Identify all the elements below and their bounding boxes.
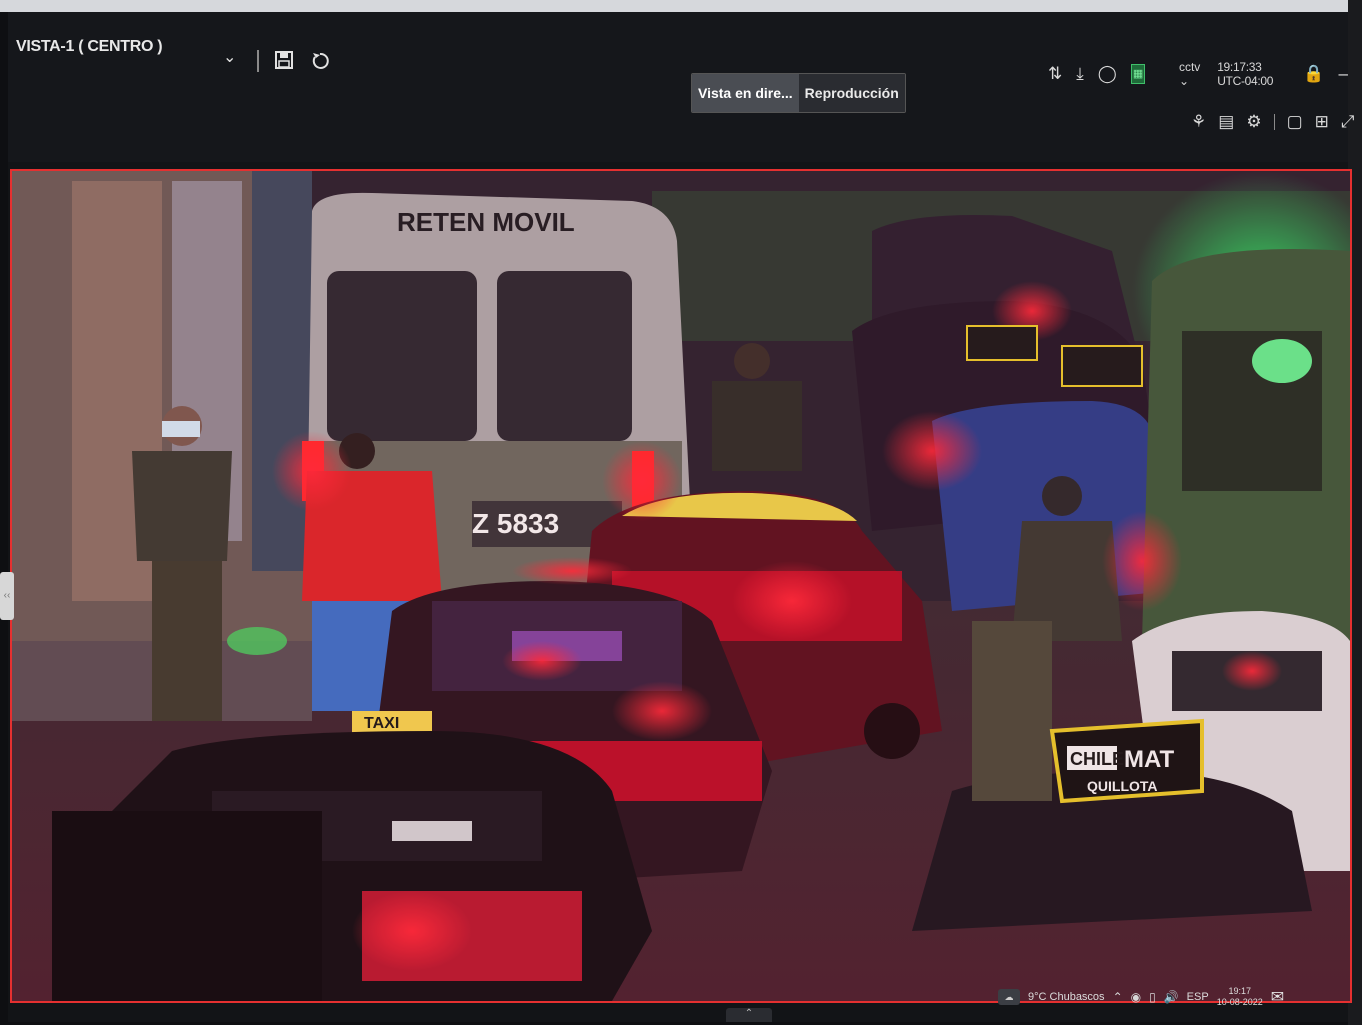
toolbar-right-secondary: ⚘ ▤ ⚙ ▢ ⊞ ⤢ <box>1191 112 1354 132</box>
toolbar-right: ⇅ ⤓ ◯ ▦ cctv ⌄ 19:17:33 UTC-04:00 🔒 – <box>1048 60 1348 88</box>
language-indicator[interactable]: ESP <box>1187 991 1209 1003</box>
top-toolbar: VISTA-1 ( CENTRO ) ⌄ Vista en dire... Re… <box>8 12 1354 162</box>
camera-feed[interactable]: RETEN MOVIL Z 5833 TAXI CHILE MAT QUILLO… <box>10 169 1352 1003</box>
network-icon[interactable]: ◉ <box>1131 990 1141 1004</box>
lock-icon[interactable]: 🔒 <box>1303 64 1324 84</box>
minimize-icon[interactable]: – <box>1339 64 1348 84</box>
save-icon[interactable] <box>274 50 294 74</box>
toolbar-clock: 19:17:33 UTC-04:00 <box>1217 60 1274 88</box>
weather-text[interactable]: 9°C Chubascos <box>1028 991 1105 1003</box>
toolbar-divider <box>257 50 259 72</box>
view-mode-switch: Vista en dire... Reproducción <box>691 73 906 113</box>
vms-application: VISTA-1 ( CENTRO ) ⌄ Vista en dire... Re… <box>0 12 1354 1022</box>
transfer-icon[interactable]: ⇅ <box>1048 64 1062 84</box>
weather-icon[interactable]: ☁ <box>998 989 1020 1005</box>
fullscreen-window-icon[interactable]: ▢ <box>1287 112 1303 132</box>
expand-icon[interactable]: ⤢ <box>1341 112 1355 132</box>
performance-icon[interactable]: ▦ <box>1130 64 1146 84</box>
download-icon[interactable]: ⤓ <box>1076 64 1084 84</box>
collapse-panel-handle[interactable]: ‹‹ <box>0 572 14 620</box>
settings-icon[interactable]: ⚙ <box>1246 112 1261 132</box>
monitor-bezel-top <box>0 0 1362 12</box>
user-label: cctv <box>1178 60 1201 74</box>
event-list-icon[interactable]: ▤ <box>1218 112 1234 132</box>
battery-icon[interactable]: ▯ <box>1149 990 1156 1004</box>
layout-grid-icon[interactable]: ⊞ <box>1315 112 1329 132</box>
monitor: VISTA-1 ( CENTRO ) ⌄ Vista en dire... Re… <box>0 0 1362 1025</box>
volume-icon[interactable]: 🔊 <box>1164 990 1179 1004</box>
tab-live-view[interactable]: Vista en dire... <box>692 74 799 112</box>
os-taskbar-tray: ☁ 9°C Chubascos ⌃ ◉ ▯ 🔊 ESP 19:17 10-08-… <box>998 972 1338 1022</box>
tray-expand-icon[interactable]: ⌃ <box>1113 990 1123 1004</box>
camera-scene: RETEN MOVIL Z 5833 TAXI CHILE MAT QUILLO… <box>12 171 1350 1001</box>
taskbar-clock[interactable]: 19:17 10-08-2022 <box>1217 986 1263 1008</box>
toolbar-divider <box>1273 114 1275 130</box>
chevron-down-icon[interactable]: ⌄ <box>223 48 236 68</box>
alarm-icon[interactable]: ◯ <box>1098 64 1117 84</box>
taskbar-time: 19:17 <box>1228 986 1251 996</box>
ptz-icon[interactable]: ⚘ <box>1191 112 1206 132</box>
taskbar-date: 10-08-2022 <box>1216 997 1263 1007</box>
refresh-icon[interactable] <box>310 51 330 75</box>
bottom-panel-toggle[interactable]: ⌃ <box>726 1008 772 1022</box>
user-menu[interactable]: cctv ⌄ <box>1179 60 1203 88</box>
view-title: VISTA-1 ( CENTRO ) <box>16 38 163 55</box>
notification-icon[interactable]: ✉ <box>1271 987 1284 1007</box>
tab-playback[interactable]: Reproducción <box>798 74 905 112</box>
